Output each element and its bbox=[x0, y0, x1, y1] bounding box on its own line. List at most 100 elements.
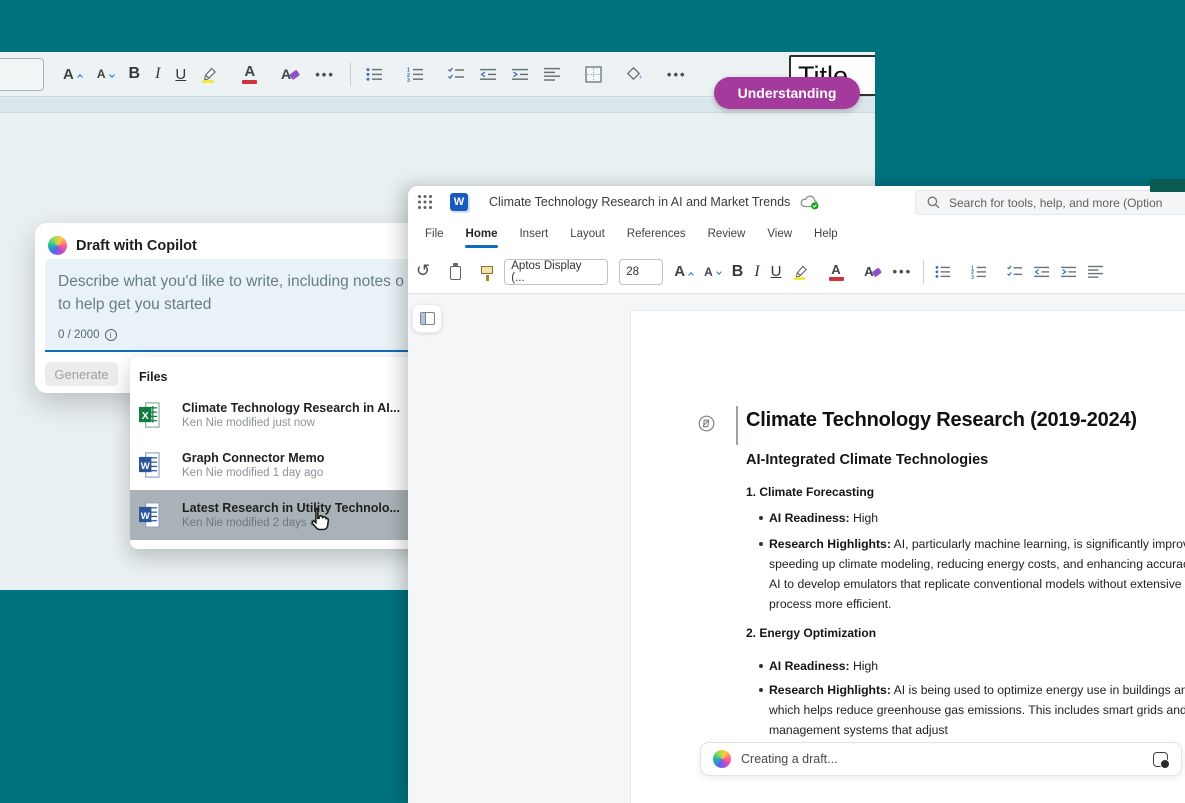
menu-layout[interactable]: Layout bbox=[559, 218, 616, 250]
doc-bullet[interactable]: Research Highlights: AI is being used to… bbox=[769, 680, 1185, 700]
copilot-outline-icon[interactable] bbox=[698, 415, 715, 432]
chevron-down-icon[interactable] bbox=[990, 266, 997, 273]
font-color-button[interactable]: A bbox=[829, 263, 853, 281]
chevron-down-icon[interactable] bbox=[846, 266, 853, 273]
more-indent-button-cut[interactable] bbox=[1088, 265, 1104, 279]
numbered-list-button[interactable]: 123 bbox=[971, 265, 996, 279]
doc-bullet[interactable]: Research Highlights: AI, particularly ma… bbox=[769, 534, 1185, 554]
chevron-down-icon[interactable] bbox=[433, 266, 440, 273]
paint-bucket-icon bbox=[626, 66, 643, 82]
doc-bullet-wrap-line[interactable]: which helps reduce greenhouse gas emissi… bbox=[769, 700, 1185, 720]
bullet-list-button[interactable] bbox=[366, 67, 392, 82]
checklist-button[interactable] bbox=[1007, 265, 1023, 279]
doc-bullet[interactable]: AI Readiness: High bbox=[769, 508, 878, 528]
stop-generating-icon[interactable] bbox=[1153, 752, 1168, 767]
align-lines-icon bbox=[544, 67, 561, 82]
collapsed-dropdown[interactable] bbox=[0, 58, 44, 91]
more-options-button[interactable]: ••• bbox=[667, 67, 687, 82]
clear-formatting-button[interactable]: A bbox=[281, 66, 300, 82]
bullet-list-button[interactable] bbox=[935, 265, 960, 279]
more-options-button[interactable]: ••• bbox=[315, 67, 335, 82]
word-app-icon[interactable]: W bbox=[450, 193, 468, 211]
chevron-down-icon[interactable] bbox=[427, 69, 434, 76]
doc-bullet[interactable]: AI Readiness: High bbox=[769, 656, 878, 676]
grow-font-button[interactable]: A bbox=[63, 66, 82, 83]
doc-bullet-wrap-line[interactable]: AI to develop emulators that replicate c… bbox=[769, 574, 1185, 594]
align-button[interactable] bbox=[544, 67, 570, 82]
font-size-select[interactable]: 28 bbox=[619, 259, 663, 285]
doc-section-1-heading[interactable]: 1. Climate Forecasting bbox=[746, 485, 874, 499]
block-indicator-bar bbox=[736, 406, 738, 445]
grow-font-icon: A bbox=[63, 66, 74, 83]
doc-bullet-wrap-line[interactable]: speeding up climate modeling, reducing e… bbox=[769, 554, 1185, 574]
menu-help[interactable]: Help bbox=[803, 218, 849, 250]
info-icon[interactable] bbox=[105, 329, 117, 341]
borders-button[interactable] bbox=[585, 66, 611, 83]
numbered-list-button[interactable]: 123 bbox=[407, 67, 433, 82]
paste-button[interactable] bbox=[450, 264, 470, 280]
file-texts: Graph Connector Memo Ken Nie modified 1 … bbox=[182, 451, 324, 479]
doc-title[interactable]: Climate Technology Research (2019-2024) bbox=[746, 409, 1137, 432]
numbered-list-icon: 123 bbox=[407, 67, 424, 82]
word-titlebar: W Climate Technology Research in AI and … bbox=[408, 186, 1185, 218]
font-name-select[interactable]: Aptos Display (... bbox=[504, 259, 608, 285]
increase-indent-button[interactable] bbox=[512, 67, 529, 82]
generate-button[interactable]: Generate bbox=[45, 362, 118, 386]
shading-button[interactable] bbox=[626, 66, 652, 82]
ellipsis-icon: ••• bbox=[893, 264, 913, 279]
bold-button[interactable]: B bbox=[732, 263, 744, 281]
bullet-icon bbox=[759, 516, 763, 520]
chevron-down-icon[interactable] bbox=[464, 266, 471, 273]
grow-font-button[interactable]: A bbox=[674, 263, 693, 280]
shrink-font-icon: A bbox=[97, 67, 106, 81]
bold-button[interactable]: B bbox=[129, 65, 141, 83]
doc-bullet-wrap-line[interactable]: process more efficient. bbox=[769, 594, 891, 614]
chevron-down-icon[interactable] bbox=[811, 266, 818, 273]
format-painter-button[interactable] bbox=[481, 270, 493, 274]
menu-references[interactable]: References bbox=[616, 218, 697, 250]
undo-button[interactable]: ↺ bbox=[416, 263, 439, 280]
chevron-down-icon[interactable] bbox=[646, 69, 653, 76]
doc-heading-2[interactable]: AI-Integrated Climate Technologies bbox=[746, 452, 988, 468]
sidebar-panel-icon bbox=[420, 312, 435, 325]
menu-review[interactable]: Review bbox=[697, 218, 757, 250]
doc-section-2-heading[interactable]: 2. Energy Optimization bbox=[746, 626, 876, 640]
document-page[interactable]: Climate Technology Research (2019-2024) … bbox=[630, 310, 1185, 803]
italic-button[interactable]: I bbox=[155, 65, 160, 83]
decrease-indent-icon bbox=[480, 67, 497, 82]
search-input[interactable]: Search for tools, help, and more (Option bbox=[915, 190, 1185, 215]
shrink-font-button[interactable]: A bbox=[704, 265, 721, 279]
menu-view[interactable]: View bbox=[756, 218, 803, 250]
decrease-indent-button[interactable] bbox=[480, 67, 497, 82]
chevron-down-icon[interactable] bbox=[605, 69, 612, 76]
doc-bullet-wrap-line[interactable]: management systems that adjust bbox=[769, 720, 948, 740]
chevron-down-icon[interactable] bbox=[564, 69, 571, 76]
menu-home[interactable]: Home bbox=[455, 218, 509, 250]
highlight-button[interactable] bbox=[201, 66, 227, 83]
underline-button[interactable]: U bbox=[771, 263, 782, 280]
chevron-down-icon[interactable] bbox=[386, 69, 393, 76]
chevron-down-icon[interactable] bbox=[221, 69, 228, 76]
highlight-button[interactable] bbox=[793, 264, 818, 280]
checklist-button[interactable] bbox=[448, 67, 465, 82]
svg-text:3: 3 bbox=[971, 275, 974, 279]
copilot-status-bar[interactable]: Creating a draft... bbox=[700, 742, 1182, 776]
clear-formatting-button[interactable]: A bbox=[864, 264, 882, 279]
search-placeholder: Search for tools, help, and more (Option bbox=[949, 196, 1162, 210]
chevron-down-icon[interactable] bbox=[954, 266, 961, 273]
chevron-down-icon[interactable] bbox=[260, 69, 267, 76]
increase-indent-button[interactable] bbox=[1061, 265, 1077, 279]
font-color-button[interactable]: A bbox=[242, 64, 266, 84]
decrease-indent-button[interactable] bbox=[1034, 265, 1050, 279]
shrink-font-button[interactable]: A bbox=[97, 67, 114, 81]
app-launcher-icon[interactable] bbox=[417, 194, 433, 210]
document-title[interactable]: Climate Technology Research in AI and Ma… bbox=[489, 195, 790, 209]
italic-button[interactable]: I bbox=[754, 263, 759, 281]
menu-insert[interactable]: Insert bbox=[508, 218, 559, 250]
menu-file[interactable]: File bbox=[414, 218, 455, 250]
underline-button[interactable]: U bbox=[175, 66, 186, 83]
more-options-button[interactable]: ••• bbox=[893, 264, 913, 279]
sidebar-toggle-button[interactable] bbox=[412, 304, 442, 333]
check-list-icon bbox=[1007, 265, 1023, 279]
format-painter-icon bbox=[481, 266, 493, 274]
